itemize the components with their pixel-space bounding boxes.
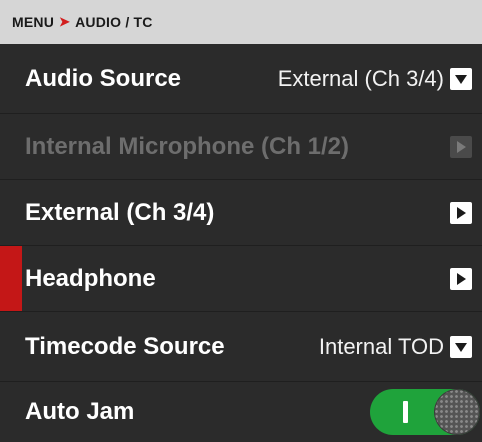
selection-indicator bbox=[0, 246, 22, 311]
timecode-source-value[interactable]: Internal TOD bbox=[319, 334, 444, 360]
internal-microphone-label: Internal Microphone (Ch 1/2) bbox=[25, 132, 350, 160]
headphone-label: Headphone bbox=[25, 264, 156, 292]
breadcrumb-root[interactable]: MENU bbox=[12, 14, 54, 30]
toggle-knob[interactable] bbox=[434, 389, 480, 435]
toggle-on-indicator bbox=[403, 401, 408, 423]
chevron-down-icon[interactable] bbox=[450, 335, 472, 358]
breadcrumb-separator-icon: ➤ bbox=[59, 14, 71, 29]
external-ch34-label: External (Ch 3/4) bbox=[25, 198, 215, 226]
audio-source-label: Audio Source bbox=[25, 64, 182, 92]
chevron-down-icon[interactable] bbox=[450, 67, 472, 90]
timecode-source-label: Timecode Source bbox=[25, 332, 225, 360]
audio-source-row[interactable]: Audio Source External (Ch 3/4) bbox=[0, 44, 482, 114]
timecode-source-row[interactable]: Timecode Source Internal TOD bbox=[0, 312, 482, 382]
chevron-right-icon[interactable] bbox=[450, 201, 472, 224]
chevron-right-icon bbox=[450, 135, 472, 158]
audio-source-value[interactable]: External (Ch 3/4) bbox=[278, 66, 444, 92]
internal-microphone-row: Internal Microphone (Ch 1/2) bbox=[0, 114, 482, 180]
headphone-row[interactable]: Headphone bbox=[0, 246, 482, 312]
external-ch34-row[interactable]: External (Ch 3/4) bbox=[0, 180, 482, 246]
auto-jam-row: Auto Jam bbox=[0, 382, 482, 442]
chevron-right-icon[interactable] bbox=[450, 267, 472, 290]
breadcrumb-current: AUDIO / TC bbox=[75, 14, 153, 30]
auto-jam-toggle[interactable] bbox=[370, 389, 480, 435]
breadcrumb: MENU ➤ AUDIO / TC bbox=[0, 0, 482, 44]
auto-jam-label: Auto Jam bbox=[25, 398, 135, 425]
